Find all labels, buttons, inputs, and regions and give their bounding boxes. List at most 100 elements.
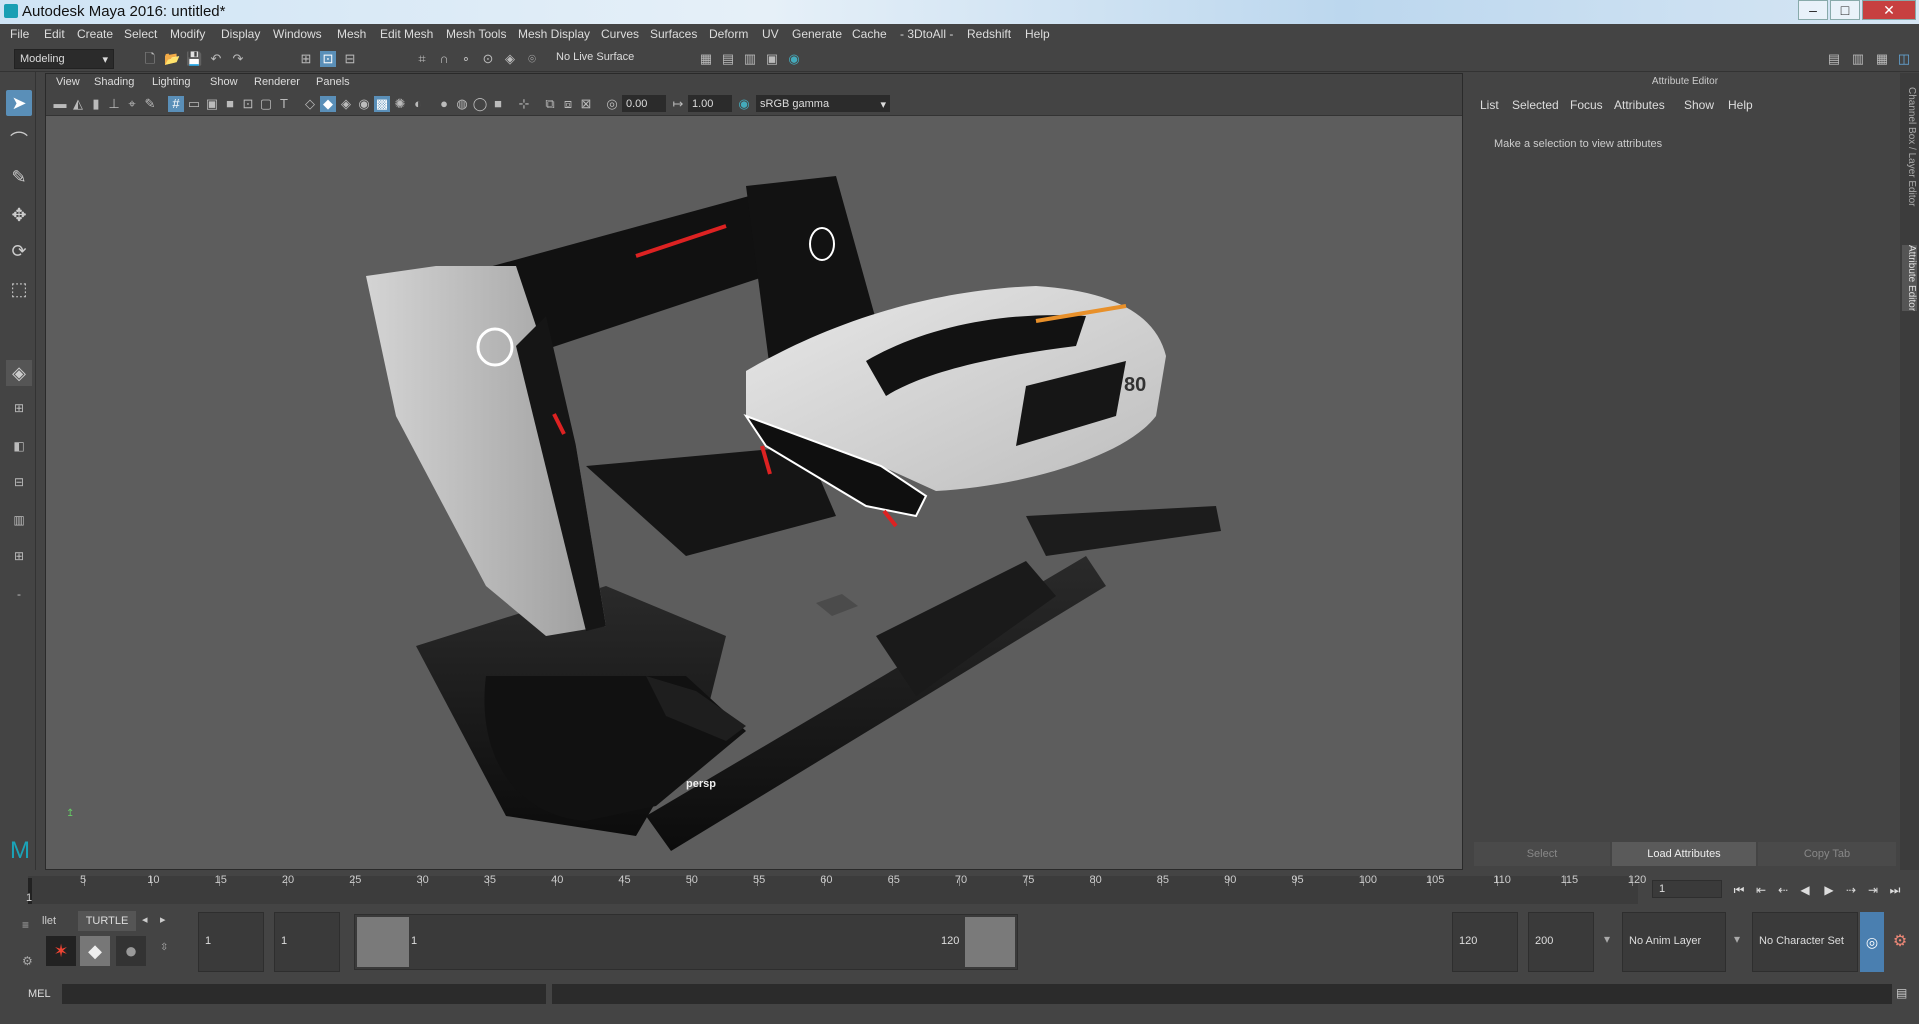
go-to-start-icon[interactable]: ⏮ (1730, 883, 1748, 899)
live-surface-label[interactable]: No Live Surface (556, 51, 634, 63)
close-button[interactable]: ✕ (1862, 0, 1916, 20)
smooth-shade-icon[interactable]: ◆ (320, 96, 336, 112)
menu-edit-mesh[interactable]: Edit Mesh (380, 27, 433, 41)
color-management-icon[interactable]: ◉ (736, 96, 752, 112)
minimize-button[interactable]: – (1798, 0, 1828, 20)
vp-menu-show[interactable]: Show (210, 76, 238, 88)
menu-3dtoall[interactable]: - 3DtoAll - (900, 27, 953, 41)
command-language-label[interactable]: MEL (28, 988, 51, 1000)
move-tool-icon[interactable]: ✥ (6, 202, 32, 228)
step-back-frame-icon[interactable]: ⇠ (1774, 883, 1792, 899)
persp-graph-layout-icon[interactable]: ⊟ (6, 474, 32, 490)
playback-end-field[interactable]: 120 (1452, 912, 1518, 972)
undo-icon[interactable]: ↶ (208, 51, 224, 67)
vp-menu-lighting[interactable]: Lighting (152, 76, 191, 88)
depth-of-field-icon[interactable]: ■ (490, 96, 506, 112)
turtle-render-icon[interactable]: ✶ (46, 936, 76, 966)
channel-box-toggle-icon[interactable]: ◫ (1896, 51, 1912, 67)
end-frame-field[interactable]: 200 (1528, 912, 1594, 972)
shelf-tab-turtle[interactable]: TURTLE (78, 911, 136, 931)
vp-menu-renderer[interactable]: Renderer (254, 76, 300, 88)
xray-components-icon[interactable]: ⊠ (578, 96, 594, 112)
menu-generate[interactable]: Generate (792, 27, 842, 41)
menu-mesh[interactable]: Mesh (337, 27, 366, 41)
snap-surface-icon[interactable]: ◈ (502, 51, 518, 67)
time-slider[interactable]: 1 5 10 15 20 25 30 35 40 45 50 55 60 65 70 75 80 85 90 95 1… (0, 870, 1919, 910)
menu-uv[interactable]: UV (762, 27, 779, 41)
camera-attributes-icon[interactable]: ◭ (70, 96, 86, 112)
snap-view-icon[interactable]: ⊙ (480, 51, 496, 67)
new-scene-icon[interactable]: 🗋 (142, 51, 158, 67)
gear-icon[interactable]: ⚙ (22, 954, 33, 968)
grease-pencil-icon[interactable]: ✎ (142, 96, 158, 112)
menu-help[interactable]: Help (1025, 27, 1050, 41)
scale-tool-icon[interactable]: ⬚ (6, 276, 32, 302)
vp-menu-shading[interactable]: Shading (94, 76, 134, 88)
menu-redshift[interactable]: Redshift (967, 27, 1011, 41)
viewport-scene[interactable]: 80 ↥ (46, 116, 1462, 869)
channel-box-tab[interactable]: Channel Box / Layer Editor (1902, 87, 1917, 207)
xray-icon[interactable]: ⧉ (542, 96, 558, 112)
shelf-prev-icon[interactable]: ◂ (142, 913, 148, 926)
mode-dropdown[interactable]: Modeling ▾ (14, 49, 114, 69)
menu-create[interactable]: Create (77, 27, 113, 41)
turtle-sphere-icon[interactable]: ● (116, 936, 146, 966)
menu-deform[interactable]: Deform (709, 27, 748, 41)
current-frame-field[interactable]: 1 (1652, 880, 1722, 898)
ae-menu-show[interactable]: Show (1684, 98, 1714, 112)
modeling-toolkit-icon[interactable]: ▤ (1826, 51, 1842, 67)
isolate-select-icon[interactable]: ⊹ (516, 96, 532, 112)
load-attributes-button[interactable]: Load Attributes (1612, 842, 1756, 866)
range-end-handle[interactable] (965, 917, 1015, 967)
collapse-layouts-icon[interactable]: - (6, 586, 32, 602)
persp-outliner-layout-icon[interactable]: ◧ (6, 438, 32, 454)
render-view-icon[interactable]: ◉ (786, 51, 802, 67)
render-settings-icon[interactable]: ▥ (742, 51, 758, 67)
save-scene-icon[interactable]: 💾 (186, 51, 202, 67)
character-set-dropdown[interactable]: No Character Set (1752, 912, 1858, 972)
gamma-icon[interactable]: ↦ (670, 96, 686, 112)
anti-aliasing-icon[interactable]: ◯ (472, 96, 488, 112)
range-slider[interactable]: 1 120 (354, 914, 1018, 970)
render-frame-icon[interactable]: ▦ (698, 51, 714, 67)
track-right[interactable] (646, 506, 1221, 851)
menu-curves[interactable]: Curves (601, 27, 639, 41)
gamma-field[interactable]: 1.00 (688, 95, 732, 112)
exposure-icon[interactable]: ◎ (604, 96, 620, 112)
select-component-icon[interactable]: ⊟ (342, 51, 358, 67)
open-scene-icon[interactable]: 📂 (164, 51, 180, 67)
film-gate-icon[interactable]: ▭ (186, 96, 202, 112)
start-frame-field[interactable]: 1 (198, 912, 264, 972)
gate-mask-icon[interactable]: ■ (222, 96, 238, 112)
shelf-next-icon[interactable]: ▸ (160, 913, 166, 926)
playback-start-field[interactable]: 1 (274, 912, 340, 972)
excavator-model[interactable]: 80 (46, 116, 1462, 869)
chevron-down-icon[interactable]: ▾ (1604, 932, 1610, 946)
ae-menu-help[interactable]: Help (1728, 98, 1753, 112)
resolution-gate-icon[interactable]: ▣ (204, 96, 220, 112)
play-backward-icon[interactable]: ◀ (1796, 883, 1814, 899)
exposure-field[interactable]: 0.00 (622, 95, 666, 112)
ae-menu-selected[interactable]: Selected (1512, 98, 1559, 112)
attribute-editor-toggle-icon[interactable]: ▥ (1850, 51, 1866, 67)
snap-point-icon[interactable]: ∘ (458, 51, 474, 67)
bookmark-icon[interactable]: ▮ (88, 96, 104, 112)
menu-windows[interactable]: Windows (273, 27, 322, 41)
menu-display[interactable]: Display (221, 27, 260, 41)
ae-menu-focus[interactable]: Focus (1570, 98, 1603, 112)
persp-hypershade-layout-icon[interactable]: ▥ (6, 512, 32, 528)
auto-key-icon[interactable]: ◎ (1860, 912, 1884, 972)
time-slider-track[interactable] (28, 876, 1638, 904)
screen-space-ao-icon[interactable]: ● (436, 96, 452, 112)
anim-layer-dropdown[interactable]: No Anim Layer (1622, 912, 1726, 972)
vp-menu-view[interactable]: View (56, 76, 80, 88)
play-forward-icon[interactable]: ▶ (1820, 883, 1838, 899)
safe-action-icon[interactable]: ▢ (258, 96, 274, 112)
select-button[interactable]: Select (1474, 842, 1610, 866)
use-all-lights-icon[interactable]: ✺ (392, 96, 408, 112)
image-plane-icon[interactable]: ⊥ (106, 96, 122, 112)
snap-curve-icon[interactable]: ∩ (436, 51, 452, 67)
persp-uv-layout-icon[interactable]: ⊞ (6, 548, 32, 564)
render-ipr-icon[interactable]: ▤ (720, 51, 736, 67)
maximize-button[interactable]: □ (1830, 0, 1860, 20)
